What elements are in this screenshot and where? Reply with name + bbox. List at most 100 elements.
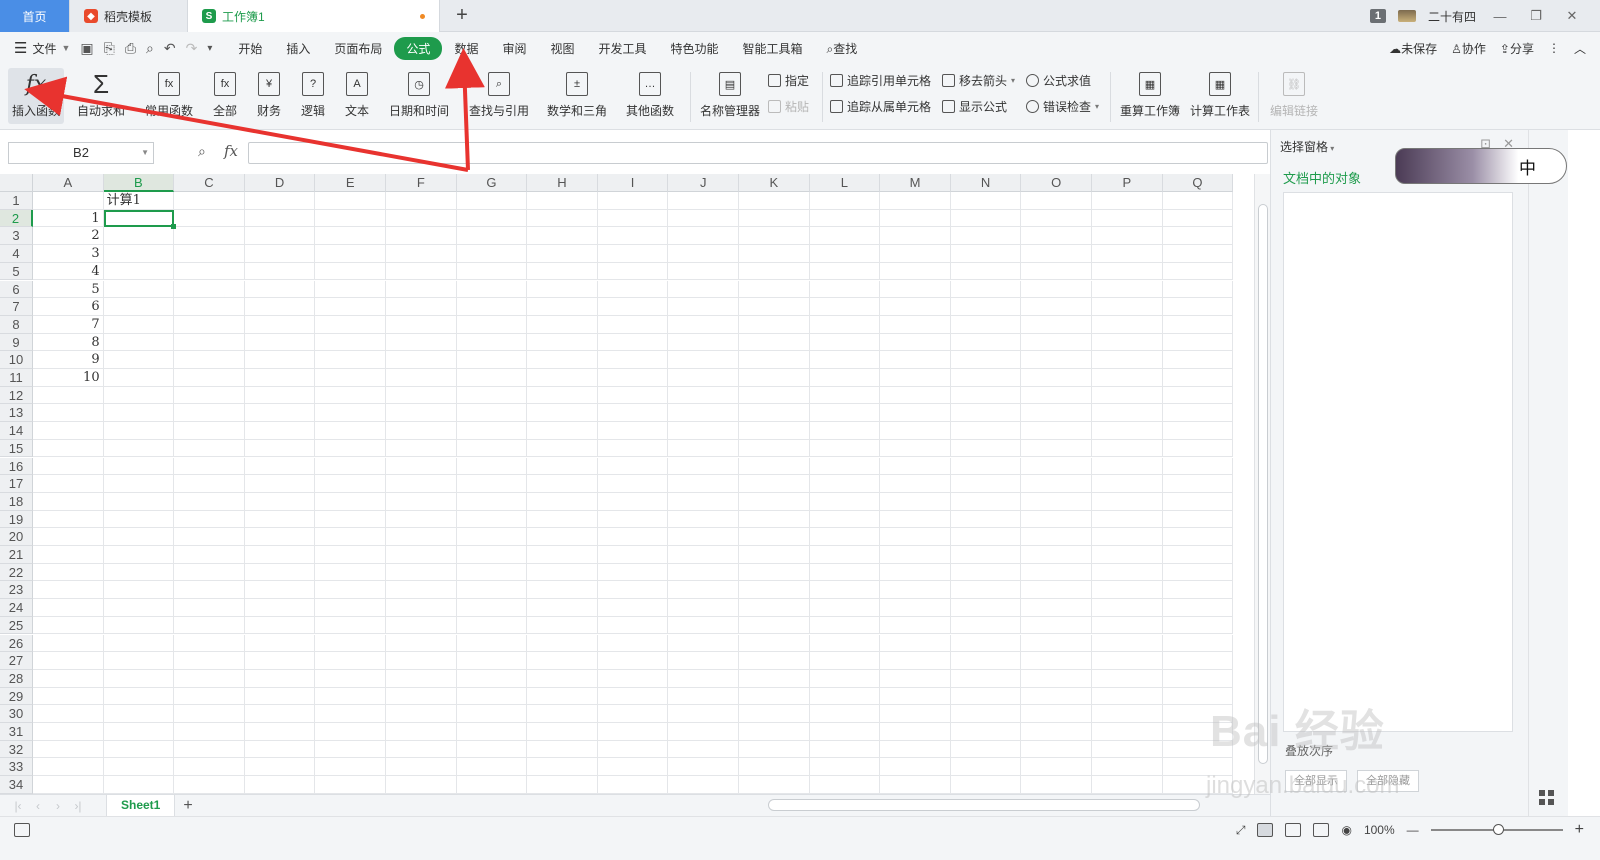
cell-m21[interactable] <box>880 546 951 564</box>
cell-o31[interactable] <box>1021 723 1092 741</box>
cell-d24[interactable] <box>244 599 316 617</box>
cell-o1[interactable] <box>1021 192 1092 210</box>
pane-title[interactable]: 选择窗格 ▾ <box>1280 138 1334 155</box>
cell-b19[interactable] <box>103 510 175 529</box>
vertical-scroll-thumb[interactable] <box>1258 204 1268 764</box>
cell-n15[interactable] <box>950 439 1022 458</box>
cell-n30[interactable] <box>950 705 1022 723</box>
cell-b20[interactable] <box>103 528 175 546</box>
cell-c10[interactable] <box>174 351 245 369</box>
menu-insert[interactable]: 插入 <box>274 37 322 60</box>
cell-k16[interactable] <box>739 457 810 476</box>
cell-e34[interactable] <box>315 776 386 794</box>
cell-l34[interactable] <box>809 776 881 794</box>
cell-l24[interactable] <box>809 599 881 617</box>
user-name[interactable]: 二十有四 <box>1428 8 1476 25</box>
avatar[interactable] <box>1397 10 1416 22</box>
cell-o17[interactable] <box>1021 475 1092 493</box>
cell-c19[interactable] <box>174 510 245 529</box>
cell-i20[interactable] <box>597 528 669 546</box>
cell-f3[interactable] <box>386 227 457 246</box>
cell-l15[interactable] <box>809 439 881 458</box>
cell-b14[interactable] <box>103 422 175 440</box>
menu-features[interactable]: 特色功能 <box>659 37 731 60</box>
cell-b6[interactable] <box>103 280 175 299</box>
row-header-25[interactable]: 25 <box>0 616 33 635</box>
cell-g34[interactable] <box>456 776 528 794</box>
cell-j17[interactable] <box>668 475 739 493</box>
cell-m9[interactable] <box>880 333 951 352</box>
cell-m31[interactable] <box>880 723 951 741</box>
cell-q28[interactable] <box>1162 669 1234 688</box>
cell-d6[interactable] <box>244 280 316 299</box>
cell-i18[interactable] <box>597 492 669 511</box>
cell-c13[interactable] <box>174 404 245 423</box>
cell-d13[interactable] <box>244 404 316 423</box>
cell-l23[interactable] <box>809 581 881 600</box>
cell-e6[interactable] <box>315 280 386 299</box>
cell-a22[interactable] <box>33 563 104 582</box>
cell-n20[interactable] <box>950 528 1022 546</box>
zoom-level[interactable]: 100% <box>1364 823 1395 837</box>
cell-n34[interactable] <box>950 776 1022 794</box>
cell-f11[interactable] <box>386 369 457 387</box>
cell-a4[interactable]: 3 <box>33 245 104 263</box>
cell-f13[interactable] <box>386 404 457 423</box>
cell-a3[interactable]: 2 <box>33 227 104 246</box>
cell-g10[interactable] <box>456 351 528 369</box>
cell-f15[interactable] <box>386 439 457 458</box>
cell-d21[interactable] <box>244 546 316 564</box>
cell-k6[interactable] <box>739 280 810 299</box>
remove-arrows-button[interactable]: 移去箭头 ▾ <box>942 72 1015 89</box>
cell-f27[interactable] <box>386 652 457 670</box>
cell-b25[interactable] <box>103 616 175 635</box>
cell-d33[interactable] <box>244 758 316 777</box>
cell-m20[interactable] <box>880 528 951 546</box>
cell-c20[interactable] <box>174 528 245 546</box>
cell-k17[interactable] <box>739 475 810 493</box>
cell-n14[interactable] <box>950 422 1022 440</box>
cell-h13[interactable] <box>527 404 598 423</box>
cell-p2[interactable] <box>1092 209 1163 228</box>
cell-o24[interactable] <box>1021 599 1092 617</box>
cell-m24[interactable] <box>880 599 951 617</box>
cell-c3[interactable] <box>174 227 245 246</box>
cell-i7[interactable] <box>597 298 669 316</box>
cell-c11[interactable] <box>174 369 245 387</box>
cell-h1[interactable] <box>527 192 598 210</box>
cell-a31[interactable] <box>33 723 104 741</box>
cell-n8[interactable] <box>950 315 1022 334</box>
cell-h10[interactable] <box>527 351 598 369</box>
cell-i23[interactable] <box>597 581 669 600</box>
cell-q4[interactable] <box>1162 245 1234 263</box>
cell-q10[interactable] <box>1162 351 1234 369</box>
cell-o23[interactable] <box>1021 581 1092 600</box>
cell-a16[interactable] <box>33 457 104 476</box>
text-button[interactable]: A 文本 <box>338 68 376 124</box>
cell-n29[interactable] <box>950 687 1022 706</box>
cell-d3[interactable] <box>244 227 316 246</box>
other-functions-button[interactable]: … 其他函数 <box>620 68 680 124</box>
cell-m29[interactable] <box>880 687 951 706</box>
cell-j19[interactable] <box>668 510 739 529</box>
cell-h11[interactable] <box>527 369 598 387</box>
cell-l9[interactable] <box>809 333 881 352</box>
cell-p25[interactable] <box>1092 616 1163 635</box>
cell-c25[interactable] <box>174 616 245 635</box>
cell-f2[interactable] <box>386 209 457 228</box>
cell-l31[interactable] <box>809 723 881 741</box>
cell-d29[interactable] <box>244 687 316 706</box>
cell-p17[interactable] <box>1092 475 1163 493</box>
cell-b3[interactable] <box>103 227 175 246</box>
cell-q8[interactable] <box>1162 315 1234 334</box>
cell-p29[interactable] <box>1092 687 1163 706</box>
cell-a9[interactable]: 8 <box>33 333 104 352</box>
cell-p4[interactable] <box>1092 245 1163 263</box>
cell-p24[interactable] <box>1092 599 1163 617</box>
cell-k13[interactable] <box>739 404 810 423</box>
cell-l27[interactable] <box>809 652 881 670</box>
cell-m22[interactable] <box>880 563 951 582</box>
cell-o33[interactable] <box>1021 758 1092 777</box>
eye-protection-icon[interactable]: ◉ <box>1341 823 1351 837</box>
cell-f8[interactable] <box>386 315 457 334</box>
